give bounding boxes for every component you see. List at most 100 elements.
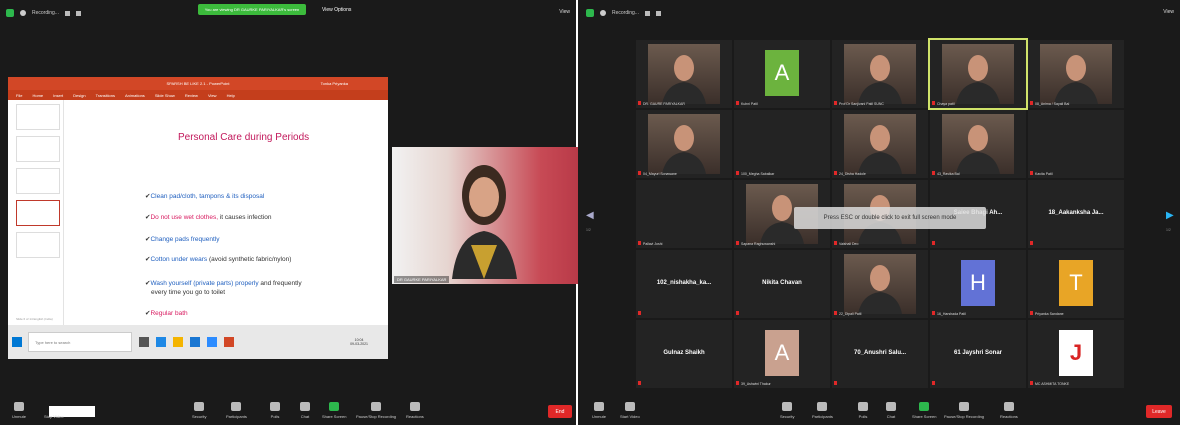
microphone-icon bbox=[14, 401, 24, 411]
participant-tile[interactable]: DR. GAURE PARIYALKAR bbox=[636, 40, 732, 108]
file-explorer-icon[interactable] bbox=[173, 337, 183, 347]
participant-tile[interactable]: Gulnaz Shaikh bbox=[636, 320, 732, 388]
ribbon-tab[interactable]: Home bbox=[32, 93, 43, 98]
polls-button[interactable]: Polls bbox=[270, 401, 280, 419]
ribbon-tab[interactable]: Design bbox=[73, 93, 85, 98]
participant-tile[interactable]: Prof Dr Sanjivani Patil SUNC bbox=[832, 40, 928, 108]
ppt-body: Personal Care during Periods ✔Clean pad/… bbox=[8, 100, 388, 339]
participant-tile[interactable]: 24_Disha Hadole bbox=[832, 110, 928, 178]
unmute-button[interactable]: Unmute bbox=[592, 401, 606, 419]
participant-tile[interactable]: H 16_Harshada Patil bbox=[930, 250, 1026, 318]
stop-icon[interactable] bbox=[655, 10, 661, 16]
slide-thumbnail[interactable] bbox=[16, 168, 60, 194]
page-indicator-right: 1/2 bbox=[1166, 228, 1171, 232]
task-view-icon[interactable] bbox=[139, 337, 149, 347]
zoom-icon[interactable] bbox=[207, 337, 217, 347]
bullet-highlight: Cotton under wears bbox=[150, 256, 208, 263]
slide-thumbnail[interactable] bbox=[16, 136, 60, 162]
previous-page-arrow[interactable]: ◀ bbox=[586, 210, 594, 221]
ribbon-tab[interactable]: Transitions bbox=[96, 93, 115, 98]
participant-tile[interactable]: Chaya patil bbox=[928, 38, 1028, 110]
mail-icon[interactable] bbox=[190, 337, 200, 347]
pause-icon[interactable] bbox=[644, 10, 650, 16]
muted-mic-icon bbox=[1030, 241, 1033, 245]
polls-icon bbox=[270, 401, 280, 411]
participants-icon bbox=[817, 401, 828, 411]
participant-tile[interactable]: A Kuhni Patil bbox=[734, 40, 830, 108]
fullscreen-exit-message: Press ESC or double click to exit full s… bbox=[794, 207, 986, 229]
participant-tile[interactable]: 43_Ravika Bal bbox=[930, 110, 1026, 178]
windows-start-icon[interactable] bbox=[12, 337, 22, 347]
edge-icon[interactable] bbox=[156, 337, 166, 347]
participant-tile[interactable]: A 39_Ashwini Thakur bbox=[734, 320, 830, 388]
participant-video bbox=[844, 44, 916, 104]
participant-tile[interactable]: 70_Anushri Salu... bbox=[832, 320, 928, 388]
participant-display-name: 18_Aakanksha Ja... bbox=[1048, 210, 1104, 216]
participant-tile[interactable]: 100_Megha Sabalkar bbox=[734, 110, 830, 178]
view-button[interactable]: View bbox=[1163, 9, 1174, 15]
participant-tile[interactable]: J MC ASHMITA TONKE bbox=[1028, 320, 1124, 388]
slide-thumbnail[interactable] bbox=[16, 104, 60, 130]
taskbar-search[interactable]: Type here to search bbox=[28, 332, 132, 352]
participant-tile[interactable]: 61 Jayshri Sonar bbox=[930, 320, 1026, 388]
end-button[interactable]: End bbox=[548, 405, 572, 418]
security-button[interactable]: Security bbox=[192, 401, 206, 419]
pause-stop-icon bbox=[371, 401, 382, 411]
leave-button[interactable]: Leave bbox=[1146, 405, 1172, 418]
muted-mic-icon bbox=[736, 311, 739, 315]
stop-icon[interactable] bbox=[75, 10, 81, 16]
reactions-button[interactable]: Reactions bbox=[1000, 401, 1018, 419]
security-button[interactable]: Security bbox=[780, 401, 794, 419]
unmute-button[interactable]: Unmute bbox=[12, 401, 26, 419]
shield-icon[interactable] bbox=[586, 9, 594, 17]
participant-tile[interactable]: 08_Anima / Sayali Bal bbox=[1028, 40, 1124, 108]
participant-tile[interactable]: 18_Aakanksha Ja... bbox=[1028, 180, 1124, 248]
next-page-arrow[interactable]: ▶ bbox=[1166, 210, 1174, 221]
participant-tile[interactable]: 102_nishakha_ka... bbox=[636, 250, 732, 318]
view-button[interactable]: View bbox=[559, 9, 570, 15]
pause-recording-button[interactable]: Pause/Stop Recording bbox=[944, 401, 984, 419]
participants-button[interactable]: Participants bbox=[812, 401, 833, 419]
powerpoint-icon[interactable] bbox=[224, 337, 234, 347]
pause-recording-button[interactable]: Pause/Stop Recording bbox=[356, 401, 396, 419]
start-video-label: Start Video bbox=[620, 413, 640, 419]
share-screen-button[interactable]: Share Screen bbox=[912, 401, 936, 419]
slide-title: Personal Care during Periods bbox=[178, 132, 310, 143]
participant-name: 43_Ravika Bal bbox=[937, 172, 960, 176]
speaker-video[interactable]: DR GAURKE PARIYALKAR bbox=[392, 147, 578, 284]
ribbon-tab[interactable]: View bbox=[208, 93, 217, 98]
stop-video-button[interactable]: Stop Video bbox=[44, 402, 64, 419]
ribbon-tab[interactable]: File bbox=[16, 93, 22, 98]
reactions-button[interactable]: Reactions bbox=[406, 401, 424, 419]
participant-tile[interactable]: T Priyanka Sandane bbox=[1028, 250, 1124, 318]
view-options-button[interactable]: View Options bbox=[322, 4, 351, 15]
bullet-highlight: Regular bath bbox=[150, 310, 188, 317]
pause-icon[interactable] bbox=[64, 10, 70, 16]
chat-button[interactable]: Chat bbox=[300, 401, 310, 419]
ribbon-tab[interactable]: Help bbox=[227, 93, 235, 98]
chat-icon bbox=[300, 401, 310, 411]
slide-thumbnail-selected[interactable] bbox=[16, 200, 60, 226]
participant-face bbox=[674, 55, 694, 81]
polls-button[interactable]: Polls bbox=[858, 401, 868, 419]
participant-video bbox=[844, 254, 916, 314]
participant-tile[interactable]: Nikita Chavan bbox=[734, 250, 830, 318]
ribbon-tab[interactable]: Insert bbox=[53, 93, 63, 98]
ribbon-tab[interactable]: Slide Show bbox=[155, 93, 175, 98]
ribbon-tab[interactable]: Review bbox=[185, 93, 198, 98]
slide-thumbnail[interactable] bbox=[16, 232, 60, 258]
polls-label: Polls bbox=[270, 413, 280, 419]
participant-tile[interactable]: Kavita Patil bbox=[1028, 110, 1124, 178]
participant-tile[interactable]: 04_Mayuri Sonawane bbox=[636, 110, 732, 178]
shield-icon[interactable] bbox=[6, 9, 14, 17]
participants-icon bbox=[231, 401, 242, 411]
start-video-button[interactable]: Start Video bbox=[620, 401, 640, 419]
participants-button[interactable]: Participants bbox=[226, 401, 247, 419]
share-screen-button[interactable]: Share Screen bbox=[322, 401, 346, 419]
meeting-toolbar: Unmute Start Video Security Participants… bbox=[580, 395, 1180, 425]
ribbon-tab[interactable]: Animations bbox=[125, 93, 145, 98]
participant-face bbox=[870, 265, 890, 291]
chat-button[interactable]: Chat bbox=[886, 401, 896, 419]
participant-tile[interactable]: Pallavi Joshi bbox=[636, 180, 732, 248]
participant-tile[interactable]: 22_Dipali Patil bbox=[832, 250, 928, 318]
